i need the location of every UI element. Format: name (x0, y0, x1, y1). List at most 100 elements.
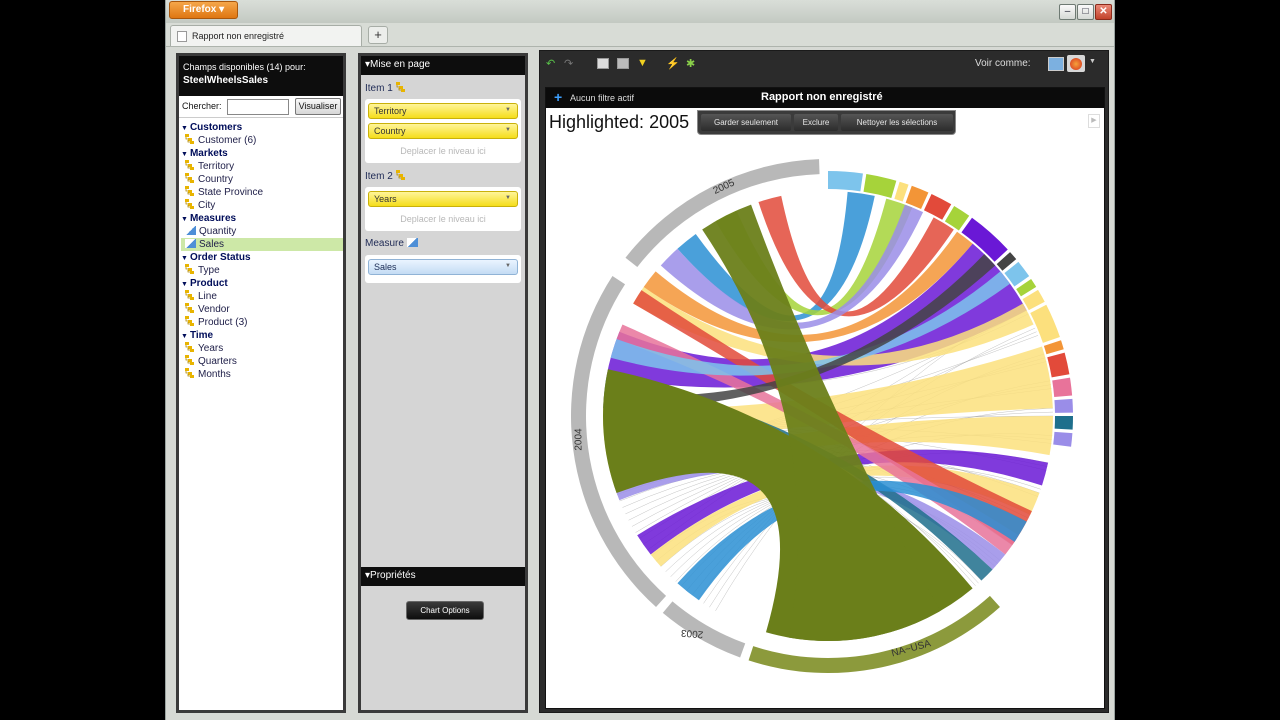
country-arc[interactable] (1053, 431, 1073, 447)
fields-count-label: Champs disponibles (14) pour: (183, 62, 306, 72)
level-icon (185, 160, 194, 170)
field-group[interactable]: ▼ Customers (181, 121, 343, 134)
pill-territory[interactable]: Territory ▼ (368, 103, 518, 119)
level-icon (185, 342, 194, 352)
collapse-icon[interactable]: ▼ (181, 281, 188, 288)
level-icon (185, 316, 194, 326)
search-label: Chercher: (182, 101, 222, 111)
country-arc[interactable] (1054, 398, 1073, 413)
country-arc[interactable] (863, 174, 897, 199)
measure-icon (185, 226, 196, 235)
visualiser-button[interactable]: Visualiser (295, 98, 341, 115)
collapse-icon[interactable]: ▼ (181, 125, 188, 132)
undo-icon[interactable]: ↶ (546, 57, 555, 70)
scroll-right-icon[interactable]: ▶ (1088, 114, 1100, 128)
field-item[interactable]: State Province (181, 186, 343, 199)
field-group[interactable]: ▼ Order Status (181, 251, 343, 264)
level-icon (395, 82, 405, 92)
properties-header[interactable]: ▾Propriétés (361, 567, 525, 586)
add-filter-icon[interactable]: + (554, 89, 562, 105)
country-arc[interactable] (923, 193, 952, 220)
exclude-button[interactable]: Exclure (794, 114, 838, 131)
country-arc[interactable] (1030, 304, 1060, 343)
tools-icon[interactable]: ✱ (686, 57, 695, 70)
filter-icon[interactable]: ▼ (637, 57, 648, 69)
collapse-icon[interactable]: ▼ (181, 151, 188, 158)
field-item[interactable]: Vendor (181, 303, 343, 316)
search-row: Chercher: Visualiser (179, 96, 343, 118)
level-icon (185, 303, 194, 313)
chart-view-icon[interactable] (1067, 55, 1085, 72)
pill-years[interactable]: Years ▼ (368, 191, 518, 207)
field-item[interactable]: Customer (6) (181, 134, 343, 147)
clear-selections-button[interactable]: Nettoyer les sélections (841, 114, 953, 131)
layout-header[interactable]: ▾Mise en page (361, 56, 525, 75)
field-item[interactable]: City (181, 199, 343, 212)
title-bar: Firefox ▾ – □ ✕ (166, 0, 1114, 23)
close-icon[interactable]: ✕ (1095, 4, 1112, 20)
firefox-menu-button[interactable]: Firefox ▾ (169, 1, 238, 19)
level-icon (185, 186, 194, 196)
field-item[interactable]: Type (181, 264, 343, 277)
minimize-icon[interactable]: – (1059, 4, 1076, 20)
field-item[interactable]: Sales (181, 238, 343, 251)
level-icon (185, 134, 194, 144)
level-icon (395, 170, 405, 180)
segment-label: 2004 (573, 428, 584, 451)
country-arc[interactable] (1054, 416, 1073, 430)
level-icon (185, 199, 194, 209)
field-item[interactable]: Months (181, 368, 343, 381)
field-item[interactable]: Quarters (181, 355, 343, 368)
country-arc[interactable] (905, 185, 929, 209)
measure-section: Measure (361, 231, 525, 255)
search-input[interactable] (227, 99, 289, 115)
table-view-icon[interactable] (1048, 57, 1064, 71)
field-item[interactable]: Line (181, 290, 343, 303)
collapse-icon[interactable]: ▼ (181, 333, 188, 340)
item2-dropzone[interactable]: Years ▼ Deplacer le niveau ici (365, 187, 521, 231)
country-arc[interactable] (1047, 352, 1070, 378)
field-group[interactable]: ▼ Markets (181, 147, 343, 160)
collapse-icon[interactable]: ▼ (181, 255, 188, 262)
item1-dropzone[interactable]: Territory ▼ Country ▼ Deplacer le niveau i… (365, 99, 521, 163)
field-group[interactable]: ▼ Measures (181, 212, 343, 225)
selection-toolbar: Garder seulement Exclure Nettoyer les sé… (697, 110, 956, 135)
page-icon (177, 31, 187, 42)
maximize-icon[interactable]: □ (1077, 4, 1094, 20)
layout-panel: ▾Mise en page Item 1 Territory ▼ Country ▼… (358, 53, 528, 713)
country-arc[interactable] (1052, 377, 1073, 398)
redo-icon[interactable]: ↷ (564, 57, 573, 70)
field-group[interactable]: ▼ Product (181, 277, 343, 290)
field-group[interactable]: ▼ Time (181, 329, 343, 342)
bolt-icon[interactable]: ⚡ (666, 57, 680, 70)
field-item[interactable]: Country (181, 173, 343, 186)
chord-chart[interactable]: 200520042003NA~USA (558, 146, 1098, 686)
measure-dropzone[interactable]: Sales ▼ (365, 255, 521, 283)
grid-icon[interactable] (617, 58, 629, 69)
collapse-icon[interactable]: ▼ (181, 216, 188, 223)
country-arc[interactable] (1043, 340, 1064, 355)
item1-section: Item 1 (361, 75, 525, 99)
item2-section: Item 2 (361, 163, 525, 187)
drop-hint: Deplacer le niveau ici (400, 214, 486, 224)
report-panel: ↶ ↷ ▼ ⚡ ✱ Voir comme: ▼ + Aucun filtre a… (539, 50, 1109, 713)
level-icon (185, 290, 194, 300)
field-item[interactable]: Territory (181, 160, 343, 173)
field-item[interactable]: Product (3) (181, 316, 343, 329)
field-item[interactable]: Years (181, 342, 343, 355)
level-icon (185, 264, 194, 274)
table-layout-icon[interactable] (597, 58, 609, 69)
available-fields-panel: Champs disponibles (14) pour: SteelWheel… (176, 53, 346, 713)
tab-bar: Rapport non enregistré + (166, 23, 1114, 47)
chart-options-button[interactable]: Chart Options (406, 601, 484, 620)
pill-country[interactable]: Country ▼ (368, 123, 518, 139)
country-arc[interactable] (828, 171, 863, 192)
field-item[interactable]: Quantity (181, 225, 343, 238)
keep-only-button[interactable]: Garder seulement (701, 114, 791, 131)
country-arc[interactable] (894, 181, 909, 202)
report-title: Rapport non enregistré (761, 91, 883, 103)
browser-tab[interactable]: Rapport non enregistré (170, 25, 362, 46)
pill-sales[interactable]: Sales ▼ (368, 259, 518, 275)
new-tab-button[interactable]: + (368, 26, 388, 44)
view-dropdown-icon[interactable]: ▼ (1089, 58, 1096, 65)
